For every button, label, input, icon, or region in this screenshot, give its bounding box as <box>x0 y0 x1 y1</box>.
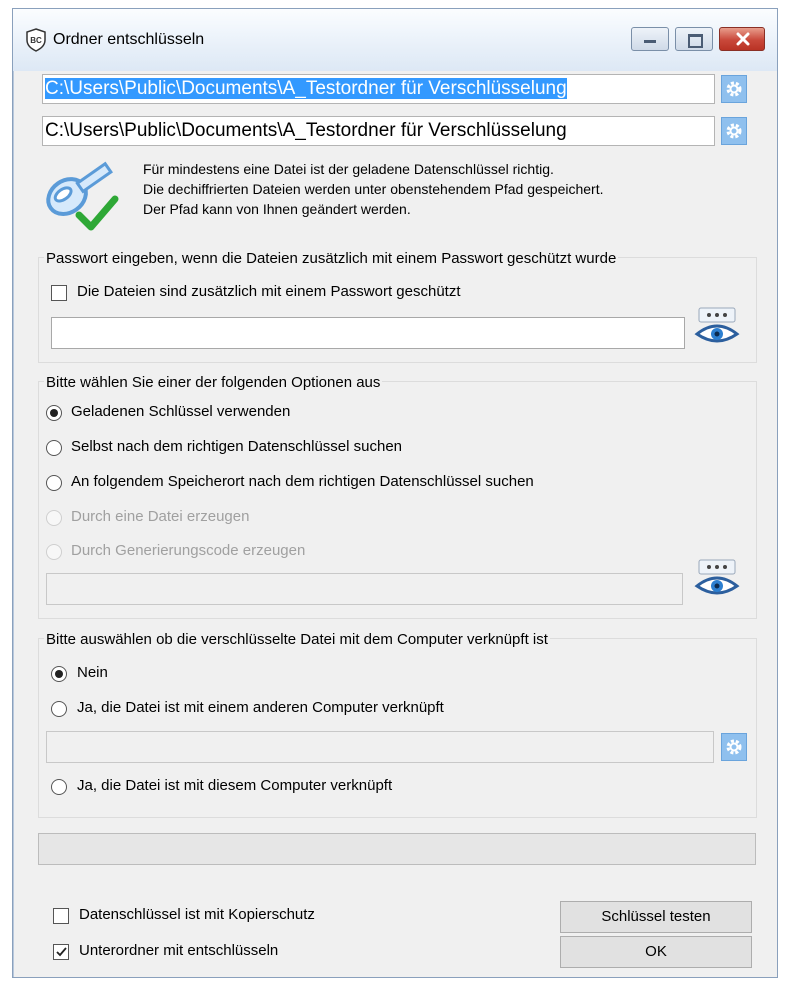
target-path-text: C:\Users\Public\Documents\A_Testordner f… <box>45 120 567 141</box>
computer-radio-this-computer[interactable] <box>51 779 67 795</box>
password-protected-checkbox[interactable] <box>51 285 67 301</box>
computer-label-other-computer: Ja, die Datei ist mit einem anderen Comp… <box>77 699 444 716</box>
info-line-1: Für mindestens eine Datei ist der gelade… <box>143 161 554 177</box>
option-label-search-key: Selbst nach dem richtigen Datenschlüssel… <box>71 438 403 455</box>
window-title: Ordner entschlüsseln <box>53 31 205 48</box>
password-group-legend: Passwort eingeben, wenn die Dateien zusä… <box>44 250 619 267</box>
options-group-legend: Bitte wählen Sie einer der folgenden Opt… <box>44 374 383 391</box>
close-icon <box>736 32 750 46</box>
option-radio-use-loaded-key[interactable] <box>46 405 62 421</box>
computer-radio-other-computer[interactable] <box>51 701 67 717</box>
title-bar[interactable]: BC Ordner entschlüsseln <box>13 9 777 71</box>
svg-text:BC: BC <box>30 36 42 45</box>
maximize-button[interactable] <box>675 27 713 51</box>
source-path-text: C:\Users\Public\Documents\A_Testordner f… <box>45 78 567 99</box>
generation-code-input[interactable] <box>46 573 683 605</box>
close-button[interactable] <box>719 27 765 51</box>
minimize-button[interactable] <box>631 27 669 51</box>
ok-button[interactable]: OK <box>560 936 752 968</box>
password-protected-label: Die Dateien sind zusätzlich mit einem Pa… <box>77 283 461 300</box>
subfolders-label: Unterordner mit entschlüsseln <box>79 942 279 959</box>
progress-bar <box>38 833 756 865</box>
subfolders-checkbox[interactable] <box>53 944 69 960</box>
option-radio-search-key[interactable] <box>46 440 62 456</box>
computer-id-settings-button[interactable] <box>721 733 747 761</box>
maximize-icon <box>688 34 703 48</box>
target-path-settings-button[interactable] <box>721 117 747 145</box>
decrypt-folder-dialog: BC Ordner entschlüsseln C:\Users\Public\… <box>12 8 778 978</box>
password-input[interactable] <box>51 317 685 349</box>
option-radio-from-file[interactable] <box>46 510 62 526</box>
computer-label-this-computer: Ja, die Datei ist mit diesem Computer ve… <box>77 777 393 794</box>
app-shield-icon: BC <box>26 28 46 52</box>
computer-id-input[interactable] <box>46 731 714 763</box>
option-label-use-loaded-key: Geladenen Schlüssel verwenden <box>71 403 291 420</box>
computer-link-legend: Bitte auswählen ob die verschlüsselte Da… <box>44 631 550 648</box>
option-label-from-file: Durch eine Datei erzeugen <box>71 508 250 525</box>
eye-icon[interactable] <box>694 306 740 346</box>
copy-protection-checkbox[interactable] <box>53 908 69 924</box>
option-label-search-location: An folgendem Speicherort nach dem richti… <box>71 473 534 490</box>
key-check-icon <box>46 161 119 231</box>
copy-protection-label: Datenschlüssel ist mit Kopierschutz <box>79 906 315 923</box>
source-path-settings-button[interactable] <box>721 75 747 103</box>
source-path-field[interactable]: C:\Users\Public\Documents\A_Testordner f… <box>42 74 715 104</box>
info-line-3: Der Pfad kann von Ihnen geändert werden. <box>143 201 411 217</box>
computer-radio-no[interactable] <box>51 666 67 682</box>
gear-icon <box>726 81 742 97</box>
gear-icon <box>726 123 742 139</box>
option-radio-search-location[interactable] <box>46 475 62 491</box>
info-line-2: Die dechiffrierten Dateien werden unter … <box>143 181 604 197</box>
option-label-from-code: Durch Generierungscode erzeugen <box>71 542 306 559</box>
computer-label-no: Nein <box>77 664 108 681</box>
checkmark-icon <box>56 947 67 957</box>
minimize-icon <box>644 40 656 43</box>
option-radio-from-code[interactable] <box>46 544 62 560</box>
eye-icon[interactable] <box>694 558 740 598</box>
gear-icon <box>726 739 742 755</box>
target-path-field[interactable]: C:\Users\Public\Documents\A_Testordner f… <box>42 116 715 146</box>
test-key-button[interactable]: Schlüssel testen <box>560 901 752 933</box>
